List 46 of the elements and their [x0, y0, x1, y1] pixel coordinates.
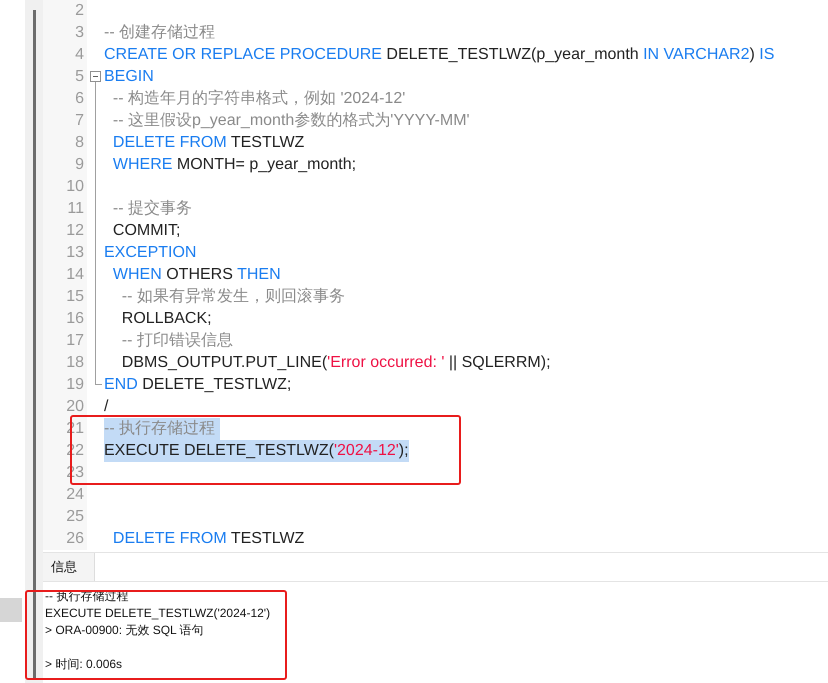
- code-line: DBMS_OUTPUT.PUT_LINE('Error occurred: ' || SQLERRM);: [120, 353, 551, 373]
- code-line: COMMIT;: [112, 221, 180, 241]
- line-number: 14: [43, 264, 87, 286]
- line-number: 25: [43, 506, 87, 528]
- line-number: 5: [43, 66, 87, 88]
- scrollbar-thumb[interactable]: [32, 10, 36, 680]
- line-number: 2: [43, 0, 87, 22]
- line-number: 12: [43, 220, 87, 242]
- line-number: 19: [43, 374, 87, 396]
- line-number: 11: [43, 198, 87, 220]
- line-number: 6: [43, 88, 87, 110]
- code-line: /: [104, 397, 108, 417]
- code-line: DELETE FROM TESTLWZ: [112, 529, 304, 549]
- output-line: EXECUTE DELETE_TESTLWZ('2024-12'): [45, 604, 272, 622]
- code-line: CREATE OR REPLACE PROCEDURE DELETE_TESTLWZ(p_year_month IN VARCHAR2) IS: [104, 45, 774, 65]
- line-number: 7: [43, 110, 87, 132]
- output-tab[interactable]: 信息: [43, 553, 95, 580]
- code-line: -- 如果有异常发生，则回滚事务: [120, 286, 345, 307]
- code-line: BEGIN: [104, 67, 154, 87]
- code-line: -- 创建存储过程: [104, 22, 216, 43]
- line-number: 26: [43, 528, 87, 550]
- code-line: DELETE FROM TESTLWZ: [112, 133, 304, 153]
- line-number: 10: [43, 176, 87, 198]
- line-number: 15: [43, 286, 87, 308]
- output-line: > 时间: 0.006s: [45, 656, 124, 672]
- line-number: 9: [43, 154, 87, 176]
- line-number: 17: [43, 330, 87, 352]
- line-number: 3: [43, 22, 87, 44]
- line-number: 20: [43, 396, 87, 418]
- code-line: -- 这里假设p_year_month参数的格式为'YYYY-MM': [112, 110, 470, 131]
- output-line: > ORA-00900: 无效 SQL 语句: [45, 622, 205, 638]
- line-number: 16: [43, 308, 87, 330]
- code-line: -- 构造年月的字符串格式，例如 '2024-12': [112, 88, 406, 109]
- code-line: -- 提交事务: [112, 198, 192, 219]
- line-number: 4: [43, 44, 87, 66]
- line-number: 24: [43, 484, 87, 506]
- code-line: WHERE MONTH= p_year_month;: [112, 155, 356, 175]
- code-line: EXCEPTION: [104, 243, 196, 263]
- code-line: -- 打印错误信息: [120, 330, 233, 351]
- line-number: 18: [43, 352, 87, 374]
- code-line: ROLLBACK;: [120, 309, 212, 329]
- code-line: END DELETE_TESTLWZ;: [104, 375, 292, 395]
- line-number: 8: [43, 132, 87, 154]
- code-line: WHEN OTHERS THEN: [112, 265, 281, 285]
- line-number: 13: [43, 242, 87, 264]
- collapse-icon[interactable]: [90, 71, 101, 82]
